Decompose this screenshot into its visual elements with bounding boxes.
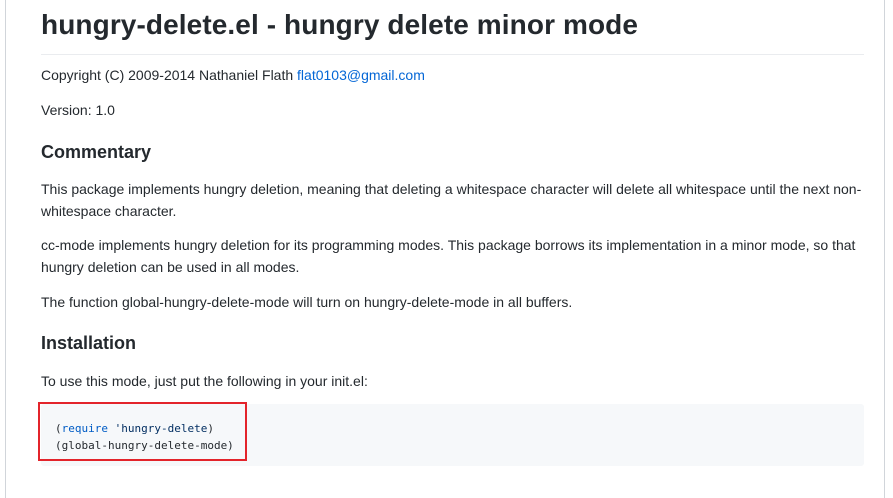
code-string-hungry-delete: 'hungry-delete	[114, 422, 208, 435]
code-keyword-require: require	[61, 422, 108, 435]
version-text: Version: 1.0	[41, 102, 115, 118]
commentary-paragraph-1: This package implements hungry deletion,…	[41, 181, 862, 219]
installation-paragraph: To use this mode, just put the following…	[41, 373, 368, 389]
copyright-text: Copyright (C) 2009-2014 Nathaniel Flath	[41, 67, 298, 83]
commentary-heading: Commentary	[41, 142, 152, 162]
code-block[interactable]: (require 'hungry-delete) (global-hungry-…	[38, 402, 864, 466]
readme-title: hungry-delete.el - hungry delete minor m…	[41, 0, 864, 55]
commentary-paragraph-3: The function global-hungry-delete-mode w…	[41, 294, 573, 310]
readme-panel: hungry-delete.el - hungry delete minor m…	[5, 0, 885, 498]
code-paren: )	[207, 422, 214, 435]
code-paren: (	[55, 422, 62, 435]
commentary-paragraph-2: cc-mode implements hungry deletion for i…	[41, 237, 856, 275]
author-email-link[interactable]: flat0103@gmail.com	[297, 67, 425, 83]
code-line-global-mode: (global-hungry-delete-mode)	[55, 439, 234, 452]
installation-heading: Installation	[41, 333, 137, 353]
code-text: (require 'hungry-delete) (global-hungry-…	[55, 420, 234, 454]
copyright-line: Copyright (C) 2009-2014 Nathaniel Flath …	[41, 64, 864, 86]
